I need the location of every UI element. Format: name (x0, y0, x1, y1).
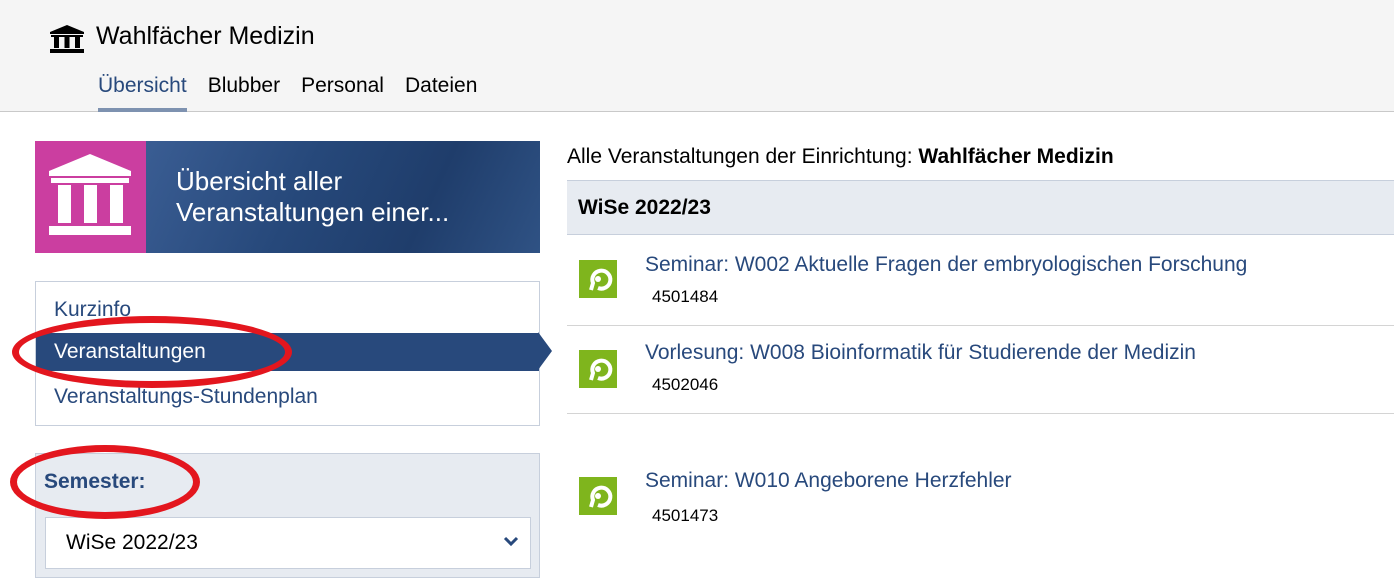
tab-uebersicht[interactable]: Übersicht (98, 74, 187, 112)
course-title-link[interactable]: Seminar: W002 Aktuelle Fragen der embryo… (645, 253, 1247, 277)
semester-select[interactable]: WiSe 2022/23 (45, 517, 531, 569)
tab-blubber[interactable]: Blubber (208, 74, 280, 112)
semester-group-header: WiSe 2022/23 (567, 180, 1394, 235)
banner-icon-box (35, 141, 146, 253)
course-row: Seminar: W010 Angeborene Herzfehler 4501… (567, 455, 1394, 543)
course-row: Vorlesung: W008 Bioinformatik für Studie… (567, 326, 1394, 414)
page-title-prefix: Alle Veranstaltungen der Einrichtung: (567, 145, 919, 168)
tab-personal[interactable]: Personal (301, 74, 384, 112)
course-number: 4502046 (652, 375, 719, 394)
semester-select-value: WiSe 2022/23 (66, 531, 198, 554)
tab-dateien[interactable]: Dateien (405, 74, 477, 112)
sidebar-banner: Übersicht aller Veranstaltungen einer... (35, 141, 540, 253)
tab-bar: Übersicht Blubber Personal Dateien (98, 74, 498, 112)
course-icon[interactable] (579, 260, 617, 298)
semester-group-label: WiSe 2022/23 (578, 196, 711, 219)
highlight-ring-veranstaltungen (12, 316, 292, 388)
institution-title: Wahlfächer Medizin (96, 22, 315, 50)
chevron-down-icon (503, 536, 519, 547)
building-columns-icon (50, 25, 84, 53)
course-title-link[interactable]: Vorlesung: W008 Bioinformatik für Studie… (645, 341, 1196, 365)
institution-header: Wahlfächer Medizin Übersicht Blubber Per… (0, 0, 1394, 112)
course-number: 4501484 (652, 287, 719, 306)
course-title-link[interactable]: Seminar: W010 Angeborene Herzfehler (645, 469, 1012, 493)
course-number: 4501473 (652, 506, 719, 525)
course-row: Seminar: W002 Aktuelle Fragen der embryo… (567, 238, 1394, 326)
active-item-arrow (538, 332, 552, 370)
page-title: Alle Veranstaltungen der Einrichtung: Wa… (567, 145, 1114, 169)
building-columns-icon (49, 154, 131, 235)
page-title-institution: Wahlfächer Medizin (918, 145, 1114, 168)
highlight-ring-semester (10, 445, 200, 519)
course-icon[interactable] (579, 477, 617, 515)
course-icon[interactable] (579, 350, 617, 388)
banner-title: Übersicht aller Veranstaltungen einer... (176, 166, 450, 227)
